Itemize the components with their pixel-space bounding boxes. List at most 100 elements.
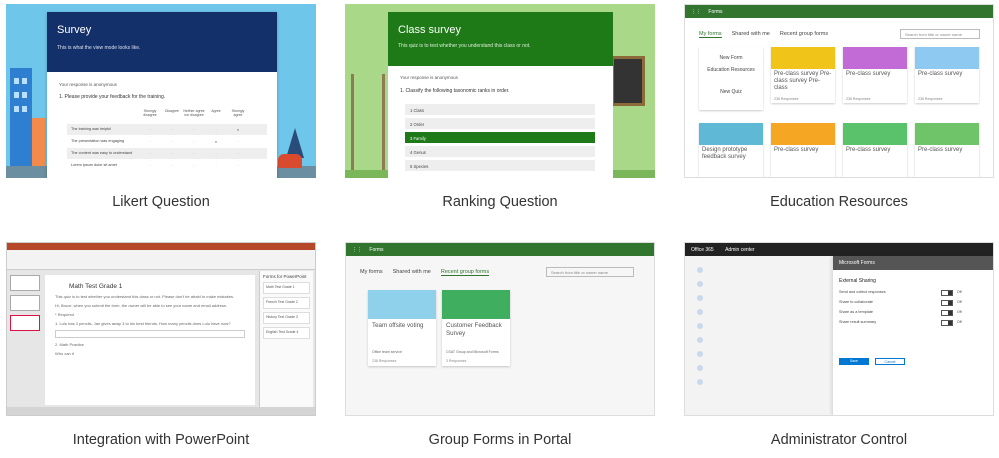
panel-form-item[interactable]: English Test Grade 4 <box>263 327 310 339</box>
caption-group: Group Forms in Portal <box>428 432 572 448</box>
ranking-item-selected[interactable]: 3 Family <box>405 132 595 143</box>
powerpoint-preview[interactable]: Math Test Grade 1 This quiz is to test w… <box>6 242 316 416</box>
option-label: Share to collaborate <box>839 300 873 304</box>
question-text: 1. Please provide your feedback for the … <box>59 94 166 100</box>
panel-form-item[interactable]: History Test Grade 3 <box>263 312 310 324</box>
caption-admin: Administrator Control <box>770 432 908 448</box>
likert-options[interactable]: · · · · · <box>139 152 249 156</box>
panel-form-item[interactable]: Math Test Grade 1 <box>263 282 310 294</box>
form-card-image <box>915 47 979 69</box>
tab-shared[interactable]: Shared with me <box>393 269 431 276</box>
toggle-switch[interactable] <box>941 290 953 296</box>
slide-thumbnail[interactable] <box>10 295 40 311</box>
settings-row <box>693 349 833 363</box>
form-subtitle: This is what the view mode looks like. <box>57 45 141 51</box>
likert-row-label: The presentation was engaging <box>71 139 124 143</box>
likert-column-header: Strongly disagree <box>143 109 157 117</box>
tab-my-forms[interactable]: My forms <box>699 31 722 38</box>
form-card[interactable]: Pre-class survey 238 Responses <box>915 47 979 103</box>
panel-form-item[interactable]: French Test Grade 2 <box>263 297 310 309</box>
form-card[interactable]: Pre-class survey <box>843 123 907 177</box>
form-card-title: Pre-class survey <box>846 147 891 153</box>
group-form-card[interactable]: Customer Feedback Survey CSAT Group and … <box>442 290 510 366</box>
tab-group[interactable]: Recent group forms <box>440 269 490 276</box>
question-text: 1. Classify the following taxonomic rank… <box>400 88 510 94</box>
cancel-button[interactable]: Cancel <box>875 358 905 365</box>
sharing-option: Share to collaborate Off <box>833 300 993 310</box>
form-card: Class survey This quiz is to test whethe… <box>388 12 613 178</box>
form-card-title: Design prototype feedback survey <box>702 147 748 160</box>
toggle-switch[interactable] <box>941 310 953 316</box>
sharing-option: Send and collect responses Off <box>833 290 993 300</box>
form-card-title: Pre-class survey <box>846 71 891 77</box>
slide-thumbnail[interactable] <box>10 275 40 291</box>
ranking-item[interactable]: 1 Class <box>405 104 595 115</box>
app-bar: ⋮⋮ Forms <box>685 5 993 18</box>
likert-columns: Strongly disagree Disagree Neither agree… <box>139 109 249 117</box>
form-card-title: Pre-class survey <box>774 147 819 153</box>
waffle-icon[interactable]: ⋮⋮ <box>352 247 362 253</box>
admin-center-label: Admin center <box>725 246 755 253</box>
likert-row[interactable]: The presentation was engaging · · · ● · <box>67 136 267 147</box>
likert-options[interactable]: · · · ● · <box>139 140 249 144</box>
tab-bar: My forms Shared with me Recent group for… <box>360 269 490 276</box>
tab-shared[interactable]: Shared with me <box>732 31 770 38</box>
ranking-item[interactable]: 4 Genus <box>405 146 595 157</box>
form-card[interactable]: Pre-class survey <box>915 123 979 177</box>
tab-my-forms[interactable]: My forms <box>360 269 383 276</box>
ranking-item[interactable]: 2 Order <box>405 118 595 129</box>
form-card-image <box>915 123 979 145</box>
settings-row <box>693 335 833 349</box>
new-form-panel[interactable]: New Form Education Resources New Quiz <box>699 47 763 110</box>
admin-preview[interactable]: Office 365 Admin center Microsoft Forms … <box>684 242 994 416</box>
answer-input[interactable] <box>55 330 245 338</box>
status-bar <box>7 407 315 415</box>
search-input[interactable]: Search from title or owner name <box>546 267 634 277</box>
form-card[interactable]: Pre-class survey <box>771 123 835 177</box>
form-card: Survey This is what the view mode looks … <box>47 12 277 178</box>
ranking-preview[interactable]: Class survey This quiz is to test whethe… <box>345 4 655 178</box>
form-card-image <box>442 290 510 319</box>
tab-group[interactable]: Recent group forms <box>780 31 828 38</box>
sharing-option: Share result summary Off <box>833 320 993 330</box>
search-input[interactable]: Search from title or owner name <box>900 29 980 39</box>
toggle-switch[interactable] <box>941 320 953 326</box>
form-card[interactable]: Design prototype feedback survey <box>699 123 763 177</box>
slide-thumbnail-selected[interactable] <box>10 315 40 331</box>
ranking-item[interactable]: 5 Species <box>405 160 595 171</box>
toggle-state: Off <box>957 290 962 294</box>
form-card[interactable]: Pre-class survey Pre-class survey Pre-cl… <box>771 47 835 103</box>
likert-row[interactable]: Lorem ipsum dolor sit amet · · · · · <box>67 160 267 171</box>
likert-options[interactable]: · · · · · <box>139 164 249 168</box>
form-banner: Class survey This quiz is to test whethe… <box>388 12 613 66</box>
settings-row <box>693 307 833 321</box>
form-card-title: Pre-class survey <box>918 71 963 77</box>
caption-education: Education Resources <box>770 194 908 210</box>
toggle-state: Off <box>957 300 962 304</box>
form-card-image <box>699 123 763 145</box>
likert-preview[interactable]: Survey This is what the view mode looks … <box>6 4 316 178</box>
toggle-state: Off <box>957 310 962 314</box>
form-card-image <box>771 47 835 69</box>
form-card[interactable]: Pre-class survey 238 Responses <box>843 47 907 103</box>
anonymous-note: Your response is anonymous <box>59 82 117 87</box>
toggle-state: Off <box>957 320 962 324</box>
waffle-icon[interactable]: ⋮⋮ <box>691 9 701 15</box>
new-quiz-button[interactable]: New Quiz <box>699 89 763 95</box>
powerpoint-ribbon[interactable] <box>7 250 315 270</box>
education-preview[interactable]: ⋮⋮ Forms My forms Shared with me Recent … <box>684 4 994 178</box>
education-resources-button[interactable]: Education Resources <box>699 67 763 73</box>
panel-buttons: Save Cancel <box>839 358 905 365</box>
group-form-card[interactable]: Team offsite voting Office team service … <box>368 290 436 366</box>
new-form-button[interactable]: New Form <box>699 55 763 61</box>
likert-options[interactable]: · · · · ● <box>139 128 249 132</box>
forms-side-panel: Forms for PowerPoint Math Test Grade 1 F… <box>259 271 313 409</box>
form-card-image <box>368 290 436 319</box>
form-card-owner: Office team service <box>372 350 402 354</box>
save-button[interactable]: Save <box>839 358 869 365</box>
likert-row[interactable]: The content was easy to understand · · · · · <box>67 148 267 159</box>
group-forms-preview[interactable]: ⋮⋮ Forms My forms Shared with me Recent … <box>345 242 655 416</box>
likert-column-header: Neither agree nor disagree <box>183 109 205 117</box>
likert-row[interactable]: The training was helpful · · · · ● <box>67 124 267 135</box>
toggle-switch[interactable] <box>941 300 953 306</box>
